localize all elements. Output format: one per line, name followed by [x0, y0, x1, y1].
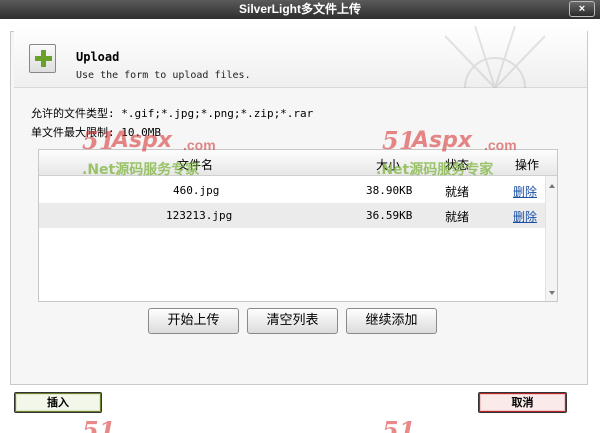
table-row: 123213.jpg 36.59KB 就绪 删除 — [39, 203, 545, 228]
window-title: SilverLight多文件上传 — [238, 2, 361, 16]
file-table: 文件名 大小 状态 操作 460.jpg 38.90KB 就绪 删除 12321… — [38, 149, 558, 302]
file-status: 就绪 — [445, 210, 470, 224]
file-size: 36.59KB — [366, 209, 413, 222]
upload-header: Upload Use the form to upload files. — [14, 26, 587, 88]
plus-icon — [29, 44, 56, 73]
column-header-name: 文件名 — [177, 158, 214, 172]
close-icon: × — [578, 3, 586, 15]
allowed-types-text: 允许的文件类型: *.gif;*.jpg;*.png;*.zip;*.rar — [31, 107, 314, 120]
table-row: 460.jpg 38.90KB 就绪 删除 — [39, 178, 545, 203]
header-title: Upload — [76, 50, 120, 64]
scroll-up-icon[interactable] — [549, 184, 555, 188]
clear-list-button[interactable]: 清空列表 — [247, 308, 338, 334]
close-button[interactable]: × — [569, 1, 595, 17]
table-scrollbar[interactable] — [545, 176, 557, 301]
table-header: 文件名 大小 状态 操作 — [39, 150, 557, 176]
cancel-button[interactable]: 取消 — [478, 392, 567, 413]
column-header-size: 大小 — [376, 158, 401, 172]
window-titlebar: SilverLight多文件上传 × — [0, 0, 600, 19]
start-upload-button[interactable]: 开始上传 — [148, 308, 239, 334]
file-name: 123213.jpg — [166, 209, 233, 222]
decorative-fan-icon — [444, 26, 546, 88]
max-size-text: 单文件最大限制: 10.0MB — [31, 126, 161, 139]
add-more-button[interactable]: 继续添加 — [346, 308, 437, 334]
delete-link[interactable]: 删除 — [513, 183, 537, 200]
insert-button[interactable]: 插入 — [14, 392, 102, 413]
column-header-action: 操作 — [515, 158, 540, 172]
file-status: 就绪 — [445, 185, 470, 199]
file-size: 38.90KB — [366, 184, 413, 197]
header-subtitle: Use the form to upload files. — [76, 70, 251, 81]
file-name: 460.jpg — [173, 184, 220, 197]
column-header-status: 状态 — [445, 158, 470, 172]
scroll-down-icon[interactable] — [549, 291, 555, 295]
delete-link[interactable]: 删除 — [513, 208, 537, 225]
